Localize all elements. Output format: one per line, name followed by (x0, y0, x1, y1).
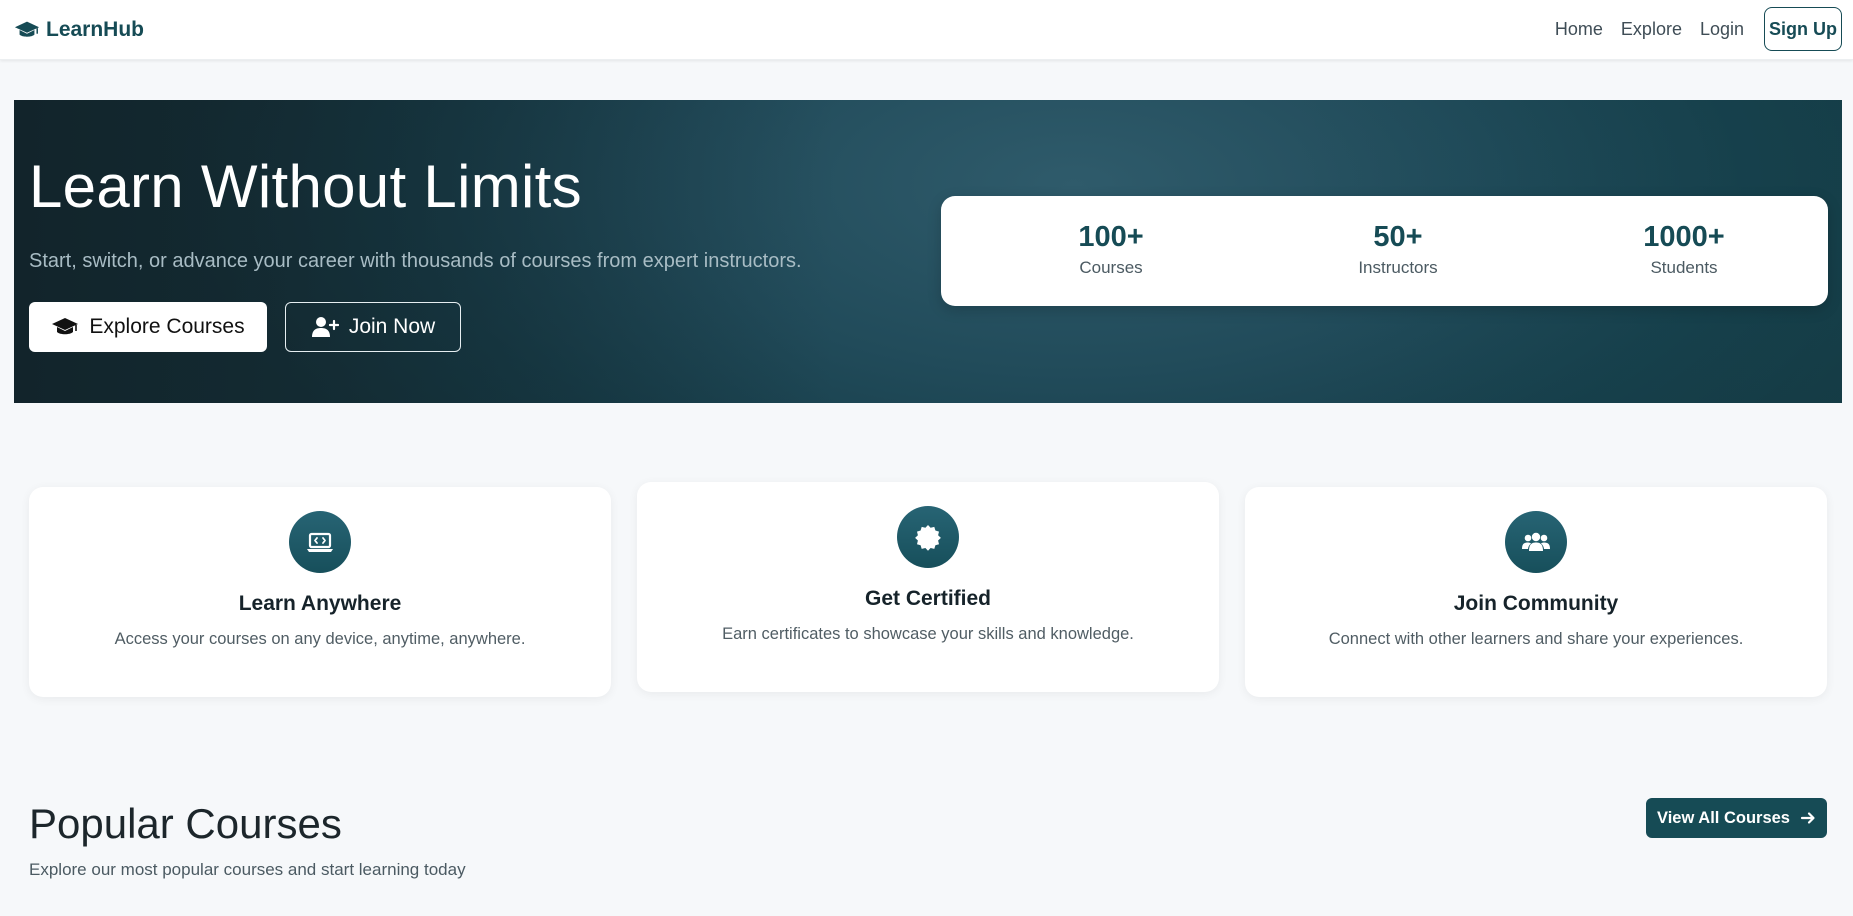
join-now-label: Join Now (348, 315, 436, 338)
view-all-courses-label: View All Courses (1657, 808, 1790, 827)
stat-instructors: 50+ Instructors (1298, 220, 1498, 278)
graduation-cap-icon (52, 318, 79, 335)
popular-courses-title: Popular Courses (29, 800, 342, 847)
stats-card: 100+ Courses 50+ Instructors 1000+ Stude… (941, 196, 1828, 306)
feature-description: Access your courses on any device, anyti… (114, 630, 526, 648)
stat-label: Students (1650, 258, 1718, 277)
certificate-icon (897, 506, 959, 568)
feature-description: Connect with other learners and share yo… (1328, 630, 1744, 648)
hero-title: Learn Without Limits (29, 153, 582, 220)
nav-link-home[interactable]: Home (1555, 19, 1603, 40)
stat-students: 1000+ Students (1584, 220, 1784, 278)
feature-title: Join Community (1453, 592, 1619, 615)
laptop-code-icon (289, 511, 351, 573)
arrow-right-icon (1800, 812, 1815, 824)
join-now-button[interactable]: Join Now (285, 302, 461, 352)
view-all-courses-button[interactable]: View All Courses (1646, 798, 1827, 838)
signup-button[interactable]: Sign Up (1764, 7, 1842, 51)
stat-label: Courses (1079, 258, 1143, 277)
nav-link-explore[interactable]: Explore (1621, 19, 1682, 40)
stat-label: Instructors (1358, 258, 1438, 277)
brand-link[interactable]: LearnHub (14, 16, 144, 44)
hero-banner: Learn Without Limits Start, switch, or a… (14, 100, 1842, 403)
graduation-cap-icon (14, 21, 40, 37)
feature-card-get-certified: Get Certified Earn certificates to showc… (637, 482, 1219, 692)
feature-title: Learn Anywhere (238, 592, 402, 615)
feature-card-join-community: Join Community Connect with other learne… (1245, 487, 1827, 697)
hero-subtitle: Start, switch, or advance your career wi… (29, 250, 802, 272)
brand-name: LearnHub (46, 18, 145, 41)
stat-courses: 100+ Courses (1011, 220, 1211, 278)
feature-description: Earn certificates to showcase your skill… (722, 625, 1134, 643)
explore-courses-label: Explore Courses (89, 315, 245, 338)
navbar: LearnHub Home Explore Login Sign Up (0, 0, 1853, 60)
nav-link-login[interactable]: Login (1700, 19, 1744, 40)
stat-value: 50+ (1373, 221, 1423, 253)
popular-courses-subtitle: Explore our most popular courses and sta… (29, 860, 466, 879)
stat-value: 100+ (1078, 221, 1144, 253)
users-icon (1505, 511, 1567, 573)
explore-courses-button[interactable]: Explore Courses (29, 302, 267, 352)
nav-links: Home Explore Login Sign Up (1555, 7, 1842, 51)
feature-card-learn-anywhere: Learn Anywhere Access your courses on an… (29, 487, 611, 697)
feature-title: Get Certified (864, 587, 992, 610)
stat-value: 1000+ (1643, 221, 1725, 253)
user-plus-icon (311, 317, 339, 337)
